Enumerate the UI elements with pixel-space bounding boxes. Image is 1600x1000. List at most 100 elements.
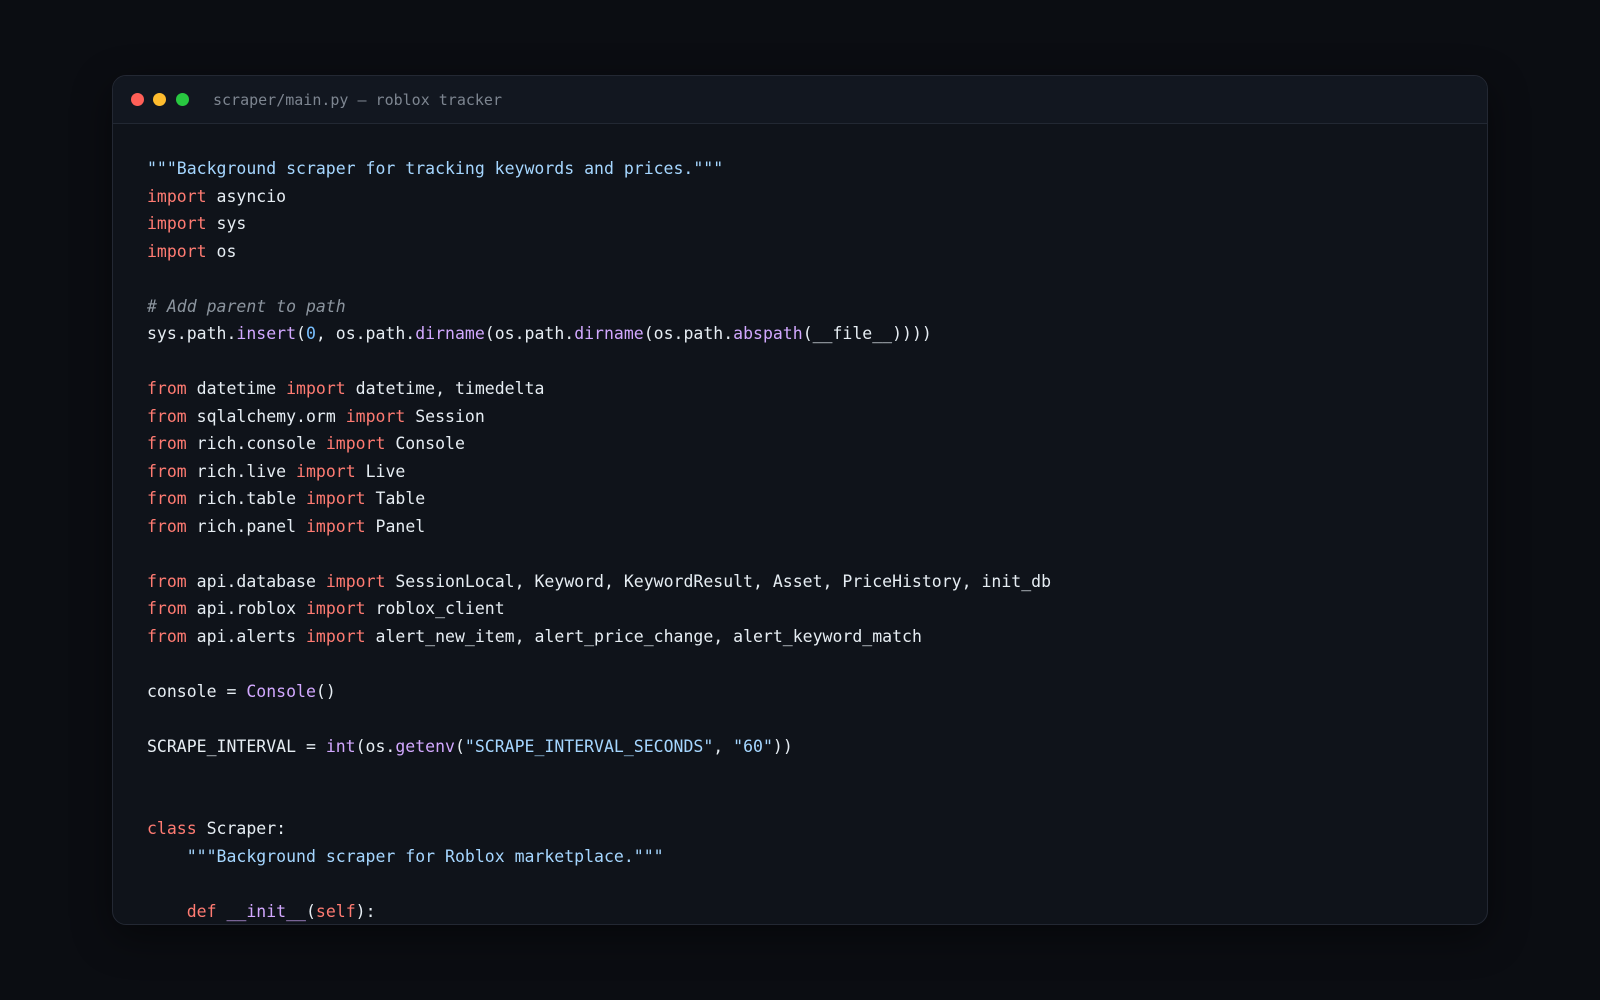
code-text: SessionLocal, Keyword, KeywordResult, As… xyxy=(385,571,1052,591)
code-function: Console xyxy=(246,681,316,701)
code-text: datetime xyxy=(186,379,287,398)
code-window: scraper/main.py — roblox tracker """Back… xyxy=(112,75,1488,925)
code-text: console = xyxy=(147,681,247,701)
code-keyword: import xyxy=(147,214,207,233)
code-text: (os.path. xyxy=(484,324,575,343)
code-string: "SCRAPE_INTERVAL_SECONDS" xyxy=(464,736,714,756)
code-keyword: import xyxy=(325,571,386,591)
code-line: """Background scraper for tracking keywo… xyxy=(147,155,1467,183)
code-line: from api.alerts import alert_new_item, a… xyxy=(147,623,1467,651)
code-keyword: from xyxy=(147,434,187,453)
minimize-window-icon[interactable] xyxy=(153,93,166,106)
code-text: api.alerts xyxy=(186,626,306,646)
code-line: class Scraper: xyxy=(147,815,1467,843)
code-line: from rich.panel import Panel xyxy=(147,513,1467,541)
code-text: , xyxy=(713,736,734,756)
code-text: asyncio xyxy=(206,186,287,206)
code-function: __init__ xyxy=(226,901,306,921)
code-line: from rich.table import Table xyxy=(147,485,1467,513)
window-title: scraper/main.py — roblox tracker xyxy=(213,91,502,109)
code-keyword: import xyxy=(286,379,346,398)
code-keyword: import xyxy=(147,241,207,261)
code-string: """Background scraper for tracking keywo… xyxy=(147,159,724,178)
code-text: Live xyxy=(355,461,406,481)
code-text: rich.live xyxy=(186,461,297,481)
close-window-icon[interactable] xyxy=(131,93,144,106)
code-text: sqlalchemy.orm xyxy=(186,406,346,426)
code-text: Session xyxy=(405,406,485,426)
code-text: sys xyxy=(206,214,247,233)
code-line: from datetime import datetime, timedelta xyxy=(147,375,1467,403)
code-text: Scraper: xyxy=(196,819,287,838)
code-text: Console xyxy=(385,434,465,453)
code-string: "60" xyxy=(733,736,773,756)
code-function: insert xyxy=(236,324,297,343)
code-text: ): xyxy=(355,901,376,921)
code-text: rich.table xyxy=(186,489,306,508)
code-text: alert_new_item, alert_price_change, aler… xyxy=(365,626,922,646)
code-line: import sys xyxy=(147,210,1467,238)
code-text: sys.path. xyxy=(147,324,237,343)
code-line: sys.path.insert(0, os.path.dirname(os.pa… xyxy=(147,320,1467,348)
code-line: SCRAPE_INTERVAL = int(os.getenv("SCRAPE_… xyxy=(147,733,1467,761)
code-keyword: from xyxy=(147,489,187,508)
code-line: from sqlalchemy.orm import Session xyxy=(147,403,1467,431)
code-keyword: from xyxy=(147,599,187,618)
code-function: dirname xyxy=(415,324,485,343)
code-text: datetime, timedelta xyxy=(345,379,545,398)
maximize-window-icon[interactable] xyxy=(176,93,189,106)
code-self: self xyxy=(315,901,356,921)
code-text: api.roblox xyxy=(186,599,306,618)
code-keyword: def xyxy=(186,901,217,921)
code-text: Table xyxy=(365,489,426,508)
code-text: SCRAPE_INTERVAL = xyxy=(147,736,326,756)
code-editor[interactable]: """Background scraper for tracking keywo… xyxy=(147,155,1467,925)
code-text: () xyxy=(315,681,336,701)
code-keyword: import xyxy=(305,516,366,536)
code-text: api.database xyxy=(186,571,326,591)
code-function: dirname xyxy=(574,324,644,343)
code-string: """Background scraper for Roblox marketp… xyxy=(186,846,664,866)
code-line: console = Console() xyxy=(147,678,1467,706)
code-text: ( xyxy=(305,901,316,921)
code-keyword: from xyxy=(147,626,187,646)
code-line: from rich.live import Live xyxy=(147,458,1467,486)
code-text: os xyxy=(206,241,237,261)
code-keyword: from xyxy=(147,461,187,481)
code-keyword: from xyxy=(147,516,187,536)
code-line: from api.roblox import roblox_client xyxy=(147,595,1467,623)
code-text: (os.path. xyxy=(643,324,734,343)
code-keyword: import xyxy=(305,489,366,508)
code-line: import os xyxy=(147,238,1467,266)
code-keyword: import xyxy=(147,186,207,206)
code-keyword: import xyxy=(305,626,366,646)
code-text: ( xyxy=(296,324,306,343)
code-text: ( xyxy=(454,736,465,756)
code-line: # Add parent to path xyxy=(147,293,1467,321)
code-line: import asyncio xyxy=(147,183,1467,211)
code-text: )) xyxy=(772,736,793,756)
code-keyword: class xyxy=(147,819,197,838)
code-text: (os. xyxy=(355,736,396,756)
code-comment: # Add parent to path xyxy=(147,296,346,316)
code-function: abspath xyxy=(733,324,803,343)
code-keyword: import xyxy=(345,406,406,426)
code-line: def __init__(self): xyxy=(147,898,1467,925)
code-text: Panel xyxy=(365,516,426,536)
code-function: int xyxy=(325,736,356,756)
code-number: 0 xyxy=(305,324,316,343)
code-keyword: from xyxy=(147,571,187,591)
code-keyword: import xyxy=(325,434,386,453)
code-text: (__file__)))) xyxy=(802,324,932,343)
code-line: from rich.console import Console xyxy=(147,430,1467,458)
